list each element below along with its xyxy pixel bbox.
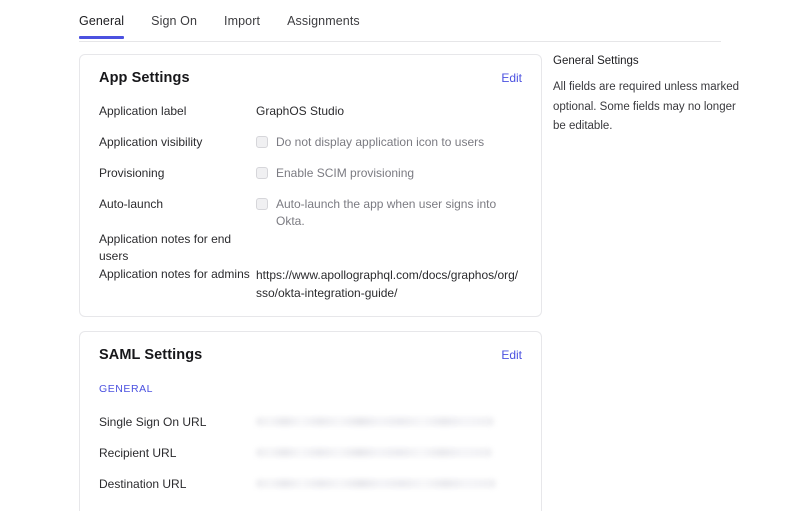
tab-sign-on[interactable]: Sign On [151,14,197,38]
row-recipient-url: Recipient URL [99,444,522,475]
tab-bar: General Sign On Import Assignments [79,14,721,42]
app-settings-card-header: App Settings Edit [80,55,541,86]
redacted-value [256,448,492,457]
redacted-value [256,417,494,426]
row-provisioning: Provisioning Enable SCIM provisioning [99,164,522,195]
row-value: https://www.apollographql.com/docs/graph… [256,268,519,300]
app-settings-card: App Settings Edit Application label Grap… [79,54,542,317]
application-visibility-checkbox[interactable] [256,136,268,148]
tab-assignments-label: Assignments [287,14,360,28]
row-value [256,444,522,462]
row-label: Application label [99,104,187,118]
row-label: Recipient URL [99,446,177,460]
row-application-visibility: Application visibility Do not display ap… [99,133,522,164]
row-application-notes-end-users: Application notes for end users [99,230,522,265]
row-application-label: Application label GraphOS Studio [99,102,522,133]
row-value: Auto-launch the app when user signs into… [256,195,522,230]
help-panel-title: General Settings [553,55,639,67]
tab-general[interactable]: General [79,14,125,39]
tab-general-label: General [79,14,125,28]
app-settings-rows: Application label GraphOS Studio Applica… [80,86,541,302]
row-label: Single Sign On URL [99,415,207,429]
provisioning-checkbox[interactable] [256,167,268,179]
row-destination-url: Destination URL [99,475,522,506]
help-panel-body: All fields are required unless marked op… [553,81,740,132]
tab-sign-on-label: Sign On [151,14,198,28]
row-value: Enable SCIM provisioning [256,164,522,182]
saml-general-section-label: GENERAL [99,383,154,395]
auto-launch-checkbox[interactable] [256,198,268,210]
help-panel: General Settings All fields are required… [553,55,741,137]
row-label: Provisioning [99,166,165,180]
tab-import-label: Import [224,14,261,28]
row-value [256,413,522,431]
provisioning-checkbox-label: Enable SCIM provisioning [276,166,415,180]
row-label: Auto-launch [99,197,164,211]
saml-settings-card-header: SAML Settings Edit [80,332,541,363]
saml-settings-card: SAML Settings Edit GENERAL Single Sign O… [79,331,542,511]
row-label: Application notes for admins [99,267,250,281]
row-label: Application notes for end users [99,232,232,263]
tab-import[interactable]: Import [224,14,260,38]
row-label: Destination URL [99,477,187,491]
app-settings-page: General Sign On Import Assignments App S… [0,0,800,511]
saml-settings-rows: Single Sign On URL Recipient URL Destina… [80,397,541,506]
row-value: GraphOS Studio [256,104,345,118]
row-application-notes-admins: Application notes for admins https://www… [99,265,522,302]
row-value: Do not display application icon to users [256,133,522,151]
row-label: Application visibility [99,135,203,149]
application-visibility-checkbox-label: Do not display application icon to users [276,135,485,149]
redacted-value [256,479,496,488]
auto-launch-checkbox-label: Auto-launch the app when user signs into… [276,197,497,228]
row-single-sign-on-url: Single Sign On URL [99,413,522,444]
row-auto-launch: Auto-launch Auto-launch the app when use… [99,195,522,230]
row-value [256,230,522,231]
saml-settings-edit-button[interactable]: Edit [501,348,522,362]
app-settings-title: App Settings [99,70,190,86]
saml-settings-title: SAML Settings [99,347,203,363]
app-settings-edit-button[interactable]: Edit [501,71,522,85]
tab-assignments[interactable]: Assignments [287,14,360,38]
row-value [256,475,522,493]
